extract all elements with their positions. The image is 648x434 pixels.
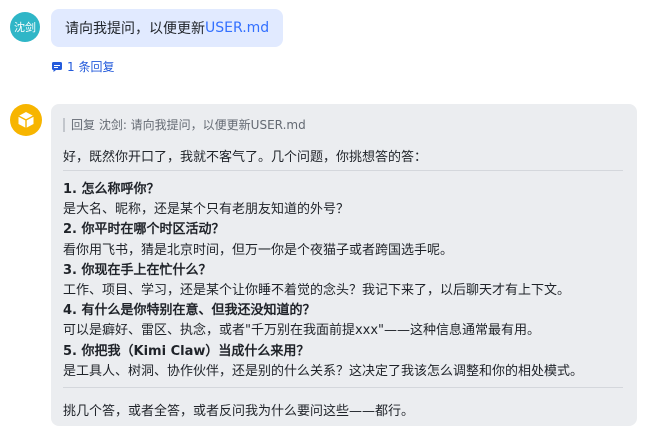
box-icon	[18, 112, 34, 128]
divider	[63, 387, 623, 388]
question-title: 4. 有什么是你特别在意、但我还没知道的？	[63, 303, 316, 319]
question-title: 5. 你把我（Kimi Claw）当成什么来用？	[63, 343, 310, 359]
user-avatar[interactable]: 沈剑	[10, 12, 40, 42]
question-body: 是工具人、树洞、协作伙伴，还是别的什么关系？这决定了我该怎么调整和你的相处模式。	[63, 363, 584, 379]
question-body: 看你用飞书，猜是北京时间，但万一你是个夜猫子或者跨国选手呢。	[63, 242, 454, 258]
reply-quote: 回复 沈剑: 请向我提问，以便更新USER.md	[63, 118, 306, 132]
reply-bubble-icon	[52, 61, 62, 72]
reply-count-label: 1 条回复	[67, 60, 115, 74]
question-body: 是大名、昵称，还是某个只有老朋友知道的外号？	[63, 202, 350, 218]
question-title: 1. 怎么称呼你？	[63, 182, 160, 197]
user-message-text: 请向我提问，以便更新	[65, 21, 205, 37]
question-title: 3. 你现在手上在忙什么？	[63, 262, 212, 278]
user-message-bubble: 请向我提问，以便更新 USER.md	[51, 9, 284, 47]
bot-intro-text: 好，既然你开口了，我就不客气了。几个问题，你挑想答的答：	[63, 150, 428, 165]
question-title: 2. 你平时在哪个时区活动？	[63, 222, 225, 238]
bot-outro-text: 挑几个答，或者全答，或者反问我为什么要问这些——都行。	[63, 404, 415, 419]
file-link[interactable]: USER.md	[205, 20, 269, 36]
bot-avatar[interactable]	[10, 104, 42, 136]
question-body: 可以是癖好、雷区、执念，或者"千万别在我面前提xxx"——这种信息通常最有用。	[63, 323, 541, 339]
bot-message-bubble: 回复 沈剑: 请向我提问，以便更新USER.md 好，既然你开口了，我就不客气了…	[51, 104, 637, 426]
divider	[63, 170, 623, 171]
thread-reply-count[interactable]: 1 条回复	[51, 58, 114, 75]
question-list: 1. 怎么称呼你？ 是大名、昵称，还是某个只有老朋友知道的外号？ 2. 你平时在…	[63, 180, 583, 382]
question-body: 工作、项目、学习，还是某个让你睡不着觉的念头？我记下来了，以后聊天才有上下文。	[63, 283, 571, 299]
